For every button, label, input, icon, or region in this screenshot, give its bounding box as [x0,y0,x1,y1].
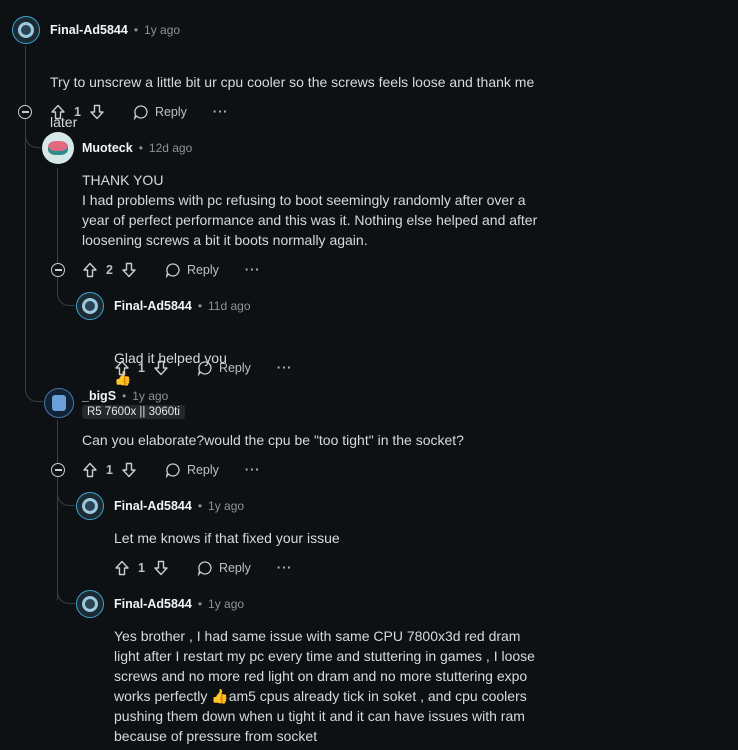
avatar[interactable] [12,16,40,44]
comment-body: Let me knows if that fixed your issue [114,530,340,546]
meta-separator: • [197,499,203,513]
author-name[interactable]: Final-Ad5844 [114,299,192,313]
author-name[interactable]: Final-Ad5844 [114,499,192,513]
speech-bubble-icon [133,105,148,120]
vote-count: 1 [74,105,81,119]
reply-button[interactable]: Reply [197,560,251,576]
comment-header: Final-Ad5844 • 1y ago [114,499,244,513]
reply-button[interactable]: Reply [165,462,219,478]
meta-separator: • [133,23,139,37]
vote-count: 2 [106,263,113,277]
reply-label: Reply [186,463,219,477]
comment-body: Yes brother , I had same issue with same… [114,626,554,746]
more-options-button[interactable]: ··· [245,263,261,277]
timestamp[interactable]: 1y ago [208,499,244,513]
thread-connector [57,574,75,604]
thumbs-up-emoji-icon: 👍 [211,688,229,704]
vote-count: 1 [106,463,113,477]
avatar[interactable] [42,132,74,164]
thread-connector [57,476,75,506]
avatar[interactable] [76,292,104,320]
comment-header: _bigS • 1y ago [82,389,168,403]
avatar[interactable] [76,492,104,520]
downvote-icon[interactable] [121,262,137,278]
speech-bubble-icon [165,263,180,278]
comment-header: Final-Ad5844 • 1y ago [50,23,180,37]
meta-separator: • [122,389,127,403]
comment-header: Final-Ad5844 • 11d ago [114,299,251,313]
thread-line-root [25,46,26,386]
author-name[interactable]: Final-Ad5844 [114,597,192,611]
downvote-icon[interactable] [153,560,169,576]
meta-separator: • [138,141,143,155]
timestamp[interactable]: 1y ago [208,597,244,611]
reply-button[interactable]: Reply [133,104,187,120]
thread-connector [57,274,75,306]
thread-line-bigs [57,420,58,600]
speech-bubble-icon [197,361,212,376]
comment-header: Final-Ad5844 • 1y ago [114,597,244,611]
thread-connector [25,360,43,402]
upvote-icon[interactable] [114,560,130,576]
upvote-icon[interactable] [114,360,130,376]
author-name[interactable]: Muoteck [82,141,133,155]
reply-label: Reply [218,561,251,575]
comment-header: Muoteck • 12d ago [82,141,192,155]
speech-bubble-icon [197,561,212,576]
comment-body: Can you elaborate?would the cpu be "too … [82,432,464,448]
comment-actions: 1 Reply ··· [82,458,260,482]
upvote-icon[interactable] [82,462,98,478]
author-name[interactable]: Final-Ad5844 [50,23,128,37]
comment-actions: 1 Reply ··· [50,100,228,124]
comment-actions: 2 Reply ··· [82,258,260,282]
upvote-icon[interactable] [50,104,66,120]
timestamp[interactable]: 11d ago [208,299,251,313]
vote-count: 1 [138,561,145,575]
reply-label: Reply [218,361,251,375]
more-options-button[interactable]: ··· [277,361,293,375]
avatar[interactable] [76,590,104,618]
author-name[interactable]: _bigS [82,389,116,403]
vote-count: 1 [138,361,145,375]
comment-body: THANK YOU I had problems with pc refusin… [82,172,538,248]
collapse-thread-button[interactable] [18,105,32,119]
downvote-icon[interactable] [121,462,137,478]
reply-label: Reply [186,263,219,277]
meta-separator: • [197,299,203,313]
collapse-thread-button[interactable] [51,463,65,477]
comment-actions: 1 Reply ··· [114,356,292,380]
avatar[interactable] [44,388,74,418]
more-options-button[interactable]: ··· [213,105,229,119]
more-options-button[interactable]: ··· [245,463,261,477]
more-options-button[interactable]: ··· [277,561,293,575]
comment-text: Try to unscrew a little bit ur cpu coole… [50,74,535,90]
downvote-icon[interactable] [89,104,105,120]
timestamp[interactable]: 12d ago [149,141,192,155]
timestamp[interactable]: 1y ago [132,389,168,403]
downvote-icon[interactable] [153,360,169,376]
upvote-icon[interactable] [82,262,98,278]
comment-actions: 1 Reply ··· [114,556,292,580]
reply-label: Reply [154,105,187,119]
speech-bubble-icon [165,463,180,478]
user-flair: R5 7600x || 3060ti [82,405,185,419]
reply-button[interactable]: Reply [197,360,251,376]
collapse-thread-button[interactable] [51,263,65,277]
meta-separator: • [197,597,203,611]
reply-button[interactable]: Reply [165,262,219,278]
timestamp[interactable]: 1y ago [144,23,180,37]
